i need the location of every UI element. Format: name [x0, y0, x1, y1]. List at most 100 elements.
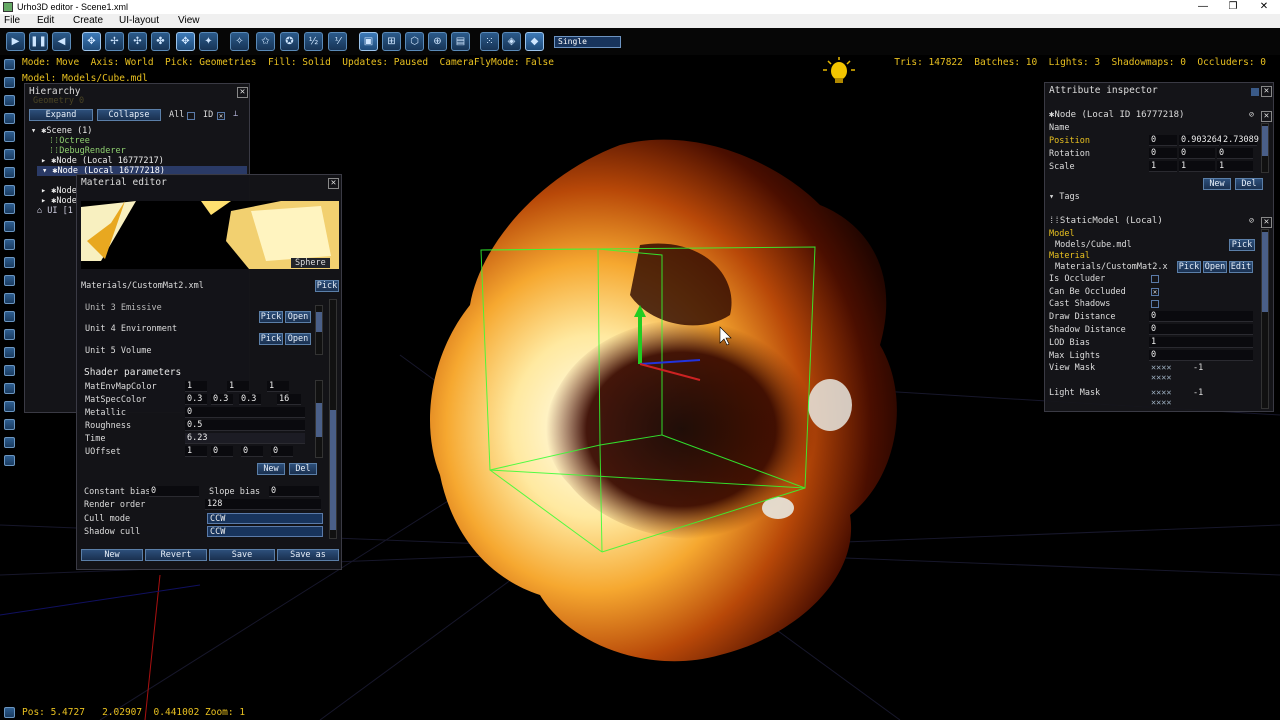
pin-icon[interactable] — [1251, 88, 1259, 96]
units-scrollbar[interactable] — [315, 305, 323, 355]
node-new-button[interactable]: New — [1203, 178, 1231, 190]
param-value[interactable]: 0.3 — [239, 394, 261, 405]
tree-item-node[interactable]: ▸ ✱Node (Local 16777217) — [41, 156, 164, 166]
close-icon[interactable]: ✕ — [1261, 111, 1272, 122]
collapse-button[interactable]: Collapse — [97, 109, 161, 121]
slope-bias-field[interactable]: 0 — [269, 486, 319, 497]
view-mask-bits[interactable]: ✕✕✕✕ — [1151, 363, 1171, 373]
rotation-z[interactable]: 0 — [1217, 148, 1253, 159]
save-button[interactable]: Save — [209, 549, 275, 561]
menu-ui-layout[interactable]: UI-layout — [119, 14, 159, 28]
position-z[interactable]: 2.73089 — [1221, 135, 1259, 146]
param-value[interactable]: 0.3 — [211, 394, 233, 405]
tool-view3d-icon[interactable] — [4, 455, 15, 466]
revert-button[interactable]: Revert — [145, 549, 207, 561]
model-pick-button[interactable]: Pick — [1229, 239, 1255, 251]
reset-icon[interactable]: ⊘ — [1249, 110, 1254, 120]
tool-text-icon[interactable] — [4, 257, 15, 268]
material-new-button[interactable]: New — [81, 549, 143, 561]
grid-icon[interactable]: ⁙ — [480, 32, 499, 51]
tree-item-node[interactable]: ▸ ✱Node — [41, 186, 77, 196]
unit-open-button[interactable]: Open — [285, 311, 311, 323]
fill-wireframe-icon[interactable]: ⊞ — [382, 32, 401, 51]
tool-script-icon[interactable] — [4, 203, 15, 214]
tool-ui-icon[interactable] — [4, 293, 15, 304]
tool-nav-icon[interactable] — [4, 275, 15, 286]
close-icon[interactable]: ✕ — [1261, 217, 1272, 228]
tool-slider-icon[interactable] — [4, 347, 15, 358]
material-preview[interactable]: Sphere — [81, 201, 339, 269]
select-icon[interactable]: ✤ — [151, 32, 170, 51]
constant-bias-field[interactable]: 0 — [149, 486, 199, 497]
maximize-button[interactable]: ❐ — [1218, 0, 1248, 14]
material-edit-button[interactable]: Edit — [1229, 261, 1253, 273]
scale-z[interactable]: 1 — [1217, 161, 1253, 172]
material-pick-button[interactable]: Pick — [1177, 261, 1201, 273]
tool-button-icon[interactable] — [4, 329, 15, 340]
expand-button[interactable]: Expand — [29, 109, 93, 121]
unit-pick-button[interactable]: Pick — [259, 311, 283, 323]
filter-icon[interactable]: ⊥ — [233, 109, 238, 119]
menu-view[interactable]: View — [178, 14, 200, 28]
rotation-x[interactable]: 0 — [1149, 148, 1177, 159]
tool-list-icon[interactable] — [4, 365, 15, 376]
scale-y[interactable]: 1 — [1179, 161, 1215, 172]
cull-mode-select[interactable]: CCW — [207, 513, 323, 524]
param-value[interactable]: 16 — [277, 394, 301, 405]
light-mask-bits[interactable]: ✕✕✕✕ — [1151, 388, 1171, 398]
menu-edit[interactable]: Edit — [37, 14, 54, 28]
tree-item-ui[interactable]: ⌂ UI [1 — [37, 206, 73, 216]
tree-item-debugrenderer[interactable]: ⁞⁞DebugRenderer — [49, 146, 126, 156]
menu-file[interactable]: File — [4, 14, 20, 28]
material-pick-button[interactable]: Pick — [315, 280, 339, 292]
can-be-occluded-checkbox[interactable]: ✕ — [1151, 288, 1159, 296]
shadow-cull-select[interactable]: CCW — [207, 526, 323, 537]
node-scrollbar[interactable] — [1261, 123, 1269, 173]
scale-icon[interactable]: ✣ — [128, 32, 147, 51]
param-value[interactable]: 0 — [241, 446, 263, 457]
snap-scale-icon[interactable]: ▤ — [451, 32, 470, 51]
param-value[interactable]: 0 — [211, 446, 233, 457]
reset-icon[interactable]: ⊘ — [1249, 216, 1254, 226]
tool-component-icon[interactable] — [4, 77, 15, 88]
tool-physics-icon[interactable] — [4, 167, 15, 178]
param-value[interactable]: 1 — [185, 381, 207, 392]
material-open-button[interactable]: Open — [1203, 261, 1227, 273]
local-axis-icon[interactable]: ✥ — [176, 32, 195, 51]
param-value[interactable]: 0 — [185, 407, 305, 418]
tool-model-icon[interactable] — [4, 113, 15, 124]
tool-camera-icon[interactable] — [4, 149, 15, 160]
tree-item-octree[interactable]: ⁞⁞Octree — [49, 136, 90, 146]
pause-icon[interactable]: ❚❚ — [29, 32, 48, 51]
lod-bias-field[interactable]: 1 — [1149, 337, 1253, 348]
tool-sound-icon[interactable] — [4, 185, 15, 196]
rotate-icon[interactable]: ✢ — [105, 32, 124, 51]
param-value[interactable]: 6.23 — [185, 433, 305, 444]
minimize-button[interactable]: — — [1188, 0, 1218, 14]
all-checkbox[interactable] — [187, 112, 195, 120]
cast-shadows-checkbox[interactable] — [1151, 300, 1159, 308]
param-value[interactable]: 0.3 — [185, 394, 207, 405]
close-icon[interactable]: ✕ — [1261, 86, 1272, 97]
view-icon[interactable]: ◈ — [502, 32, 521, 51]
component-scrollbar[interactable] — [1261, 229, 1269, 409]
tool-terrain-icon[interactable] — [4, 221, 15, 232]
pick-geometries-icon[interactable]: ✧ — [230, 32, 249, 51]
tool-window-icon[interactable] — [4, 311, 15, 322]
close-icon[interactable]: ✕ — [328, 178, 339, 189]
save-as-button[interactable]: Save as — [277, 549, 339, 561]
param-value[interactable]: 1 — [267, 381, 289, 392]
position-x[interactable]: 0 — [1149, 135, 1177, 146]
preview-shape-label[interactable]: Sphere — [291, 258, 330, 268]
pick-ui-icon[interactable]: ⅟ — [328, 32, 347, 51]
tool-scroll-icon[interactable] — [4, 437, 15, 448]
rotation-y[interactable]: 0 — [1179, 148, 1215, 159]
unit-pick-button[interactable]: Pick — [259, 333, 283, 345]
render-order-field[interactable]: 128 — [205, 499, 321, 510]
tool-check-icon[interactable] — [4, 383, 15, 394]
tool-node-icon[interactable] — [4, 59, 15, 70]
unit-open-button[interactable]: Open — [285, 333, 311, 345]
param-value[interactable]: 1 — [227, 381, 249, 392]
position-y[interactable]: 0.903264 — [1179, 135, 1222, 146]
view-mask-bits[interactable]: ✕✕✕✕ — [1151, 373, 1171, 383]
